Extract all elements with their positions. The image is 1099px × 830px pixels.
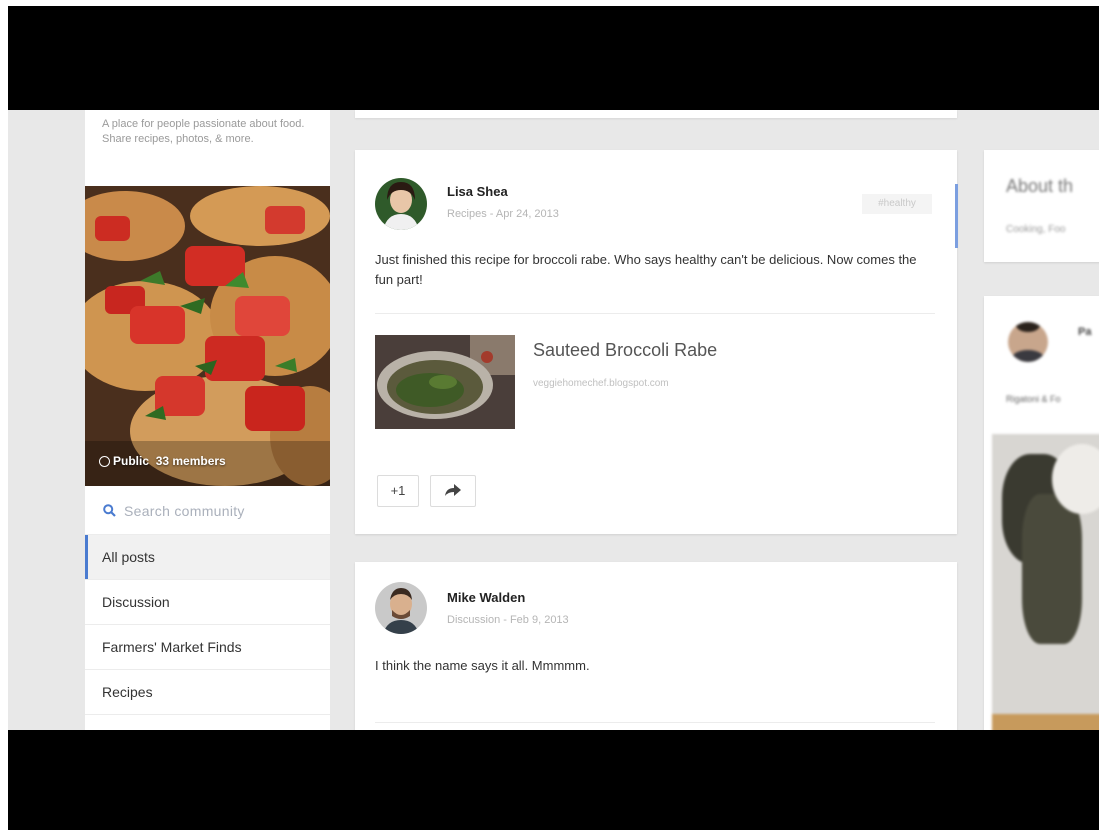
- share-button[interactable]: [430, 475, 476, 507]
- bruschetta-image: [85, 186, 330, 486]
- video-frame: A place for people passionate about food…: [0, 0, 1099, 830]
- community-stats: Public 33 members: [99, 454, 226, 468]
- about-text: Cooking, Foo: [1006, 224, 1066, 235]
- community-sidebar: A place for people passionate about food…: [85, 110, 330, 730]
- post-text: Just finished this recipe for broccoli r…: [375, 252, 917, 287]
- share-arrow-icon: [445, 484, 461, 496]
- divider: [375, 722, 935, 723]
- nav-item-all-posts[interactable]: All posts: [85, 535, 330, 580]
- link-preview-image[interactable]: [375, 335, 515, 429]
- post-text: Rigatoni & Fo: [1006, 394, 1061, 404]
- post-card: Lisa Shea Recipes - Apr 24, 2013 #health…: [355, 150, 958, 534]
- link-title[interactable]: Sauteed Broccoli Rabe: [533, 340, 717, 361]
- post-author[interactable]: Pa: [1078, 326, 1091, 338]
- nav-item-label: All posts: [102, 549, 155, 565]
- avatar[interactable]: [375, 178, 427, 230]
- nav-item-label: Farmers' Market Finds: [102, 639, 242, 655]
- post-photo[interactable]: [992, 434, 1099, 730]
- nav-item-discussion[interactable]: Discussion: [85, 580, 330, 625]
- visibility-label: Public: [113, 454, 150, 468]
- about-title: About th: [1006, 176, 1074, 196]
- plus-one-button[interactable]: +1: [377, 475, 419, 507]
- divider: [375, 313, 935, 314]
- search-input[interactable]: Search community: [124, 503, 245, 519]
- feed-top-card: [355, 110, 957, 118]
- member-count[interactable]: 33 members: [156, 454, 226, 468]
- nav-item-farmers-market-finds[interactable]: Farmers' Market Finds: [85, 625, 330, 670]
- globe-icon: [99, 456, 110, 467]
- post-meta[interactable]: Discussion - Feb 9, 2013: [447, 614, 569, 626]
- link-url[interactable]: veggiehomechef.blogspot.com: [533, 378, 669, 389]
- hashtag-badge[interactable]: #healthy: [862, 194, 932, 214]
- search-icon: [103, 504, 116, 517]
- about-community-card: About th Cooking, Foo: [984, 150, 1099, 262]
- community-cover-photo: Public 33 members: [85, 186, 330, 486]
- post-meta[interactable]: Recipes - Apr 24, 2013: [447, 208, 559, 220]
- scroll-indicator: [955, 184, 958, 248]
- community-search[interactable]: Search community: [85, 490, 330, 535]
- avatar[interactable]: [375, 582, 427, 634]
- nav-item-recipes[interactable]: Recipes: [85, 670, 330, 715]
- video-player: A place for people passionate about food…: [8, 6, 1099, 830]
- featured-post-card: Pa Rigatoni & Fo: [984, 296, 1099, 730]
- post-author[interactable]: Mike Walden: [447, 590, 525, 605]
- community-description: A place for people passionate about food…: [102, 118, 305, 145]
- post-card: Mike Walden Discussion - Feb 9, 2013 I t…: [355, 562, 957, 730]
- nav-item-label: Discussion: [102, 594, 170, 610]
- community-page: A place for people passionate about food…: [8, 110, 1099, 730]
- post-text: I think the name says it all. Mmmmm.: [375, 658, 590, 673]
- avatar[interactable]: [1008, 322, 1048, 362]
- post-author[interactable]: Lisa Shea: [447, 184, 508, 199]
- nav-item-label: Recipes: [102, 684, 153, 700]
